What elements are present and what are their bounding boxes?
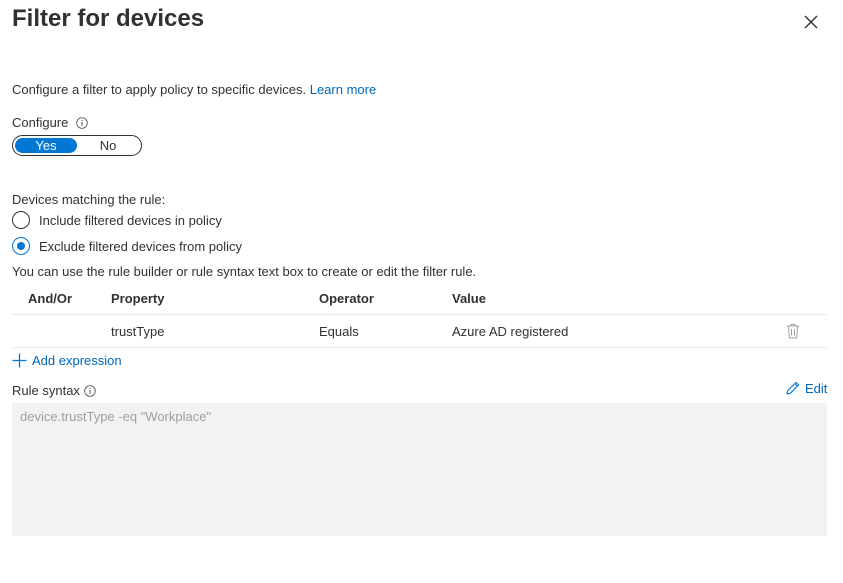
intro-description: Configure a filter to apply policy to sp… bbox=[12, 82, 307, 97]
info-icon[interactable] bbox=[84, 384, 96, 397]
add-expression-button[interactable]: Add expression bbox=[12, 353, 122, 368]
header-andor: And/Or bbox=[28, 290, 73, 306]
close-icon bbox=[804, 15, 818, 29]
configure-toggle: Yes No bbox=[12, 135, 142, 156]
edit-rule-button[interactable]: Edit bbox=[785, 380, 827, 396]
header-value: Value bbox=[452, 290, 486, 306]
plus-icon bbox=[12, 353, 27, 368]
table-row[interactable]: trustType Equals Azure AD registered bbox=[12, 315, 827, 348]
exclude-filtered-radio[interactable]: Exclude filtered devices from policy bbox=[12, 237, 242, 255]
cell-value[interactable]: Azure AD registered bbox=[452, 315, 568, 347]
info-icon[interactable] bbox=[76, 116, 89, 129]
configure-label: Configure bbox=[12, 115, 89, 130]
header-property: Property bbox=[111, 290, 165, 306]
edit-label: Edit bbox=[805, 380, 828, 396]
cell-property[interactable]: trustType bbox=[111, 315, 164, 347]
rule-syntax-textbox[interactable] bbox=[12, 403, 827, 536]
delete-row-button[interactable] bbox=[784, 315, 802, 347]
panel-title: Filter for devices bbox=[12, 5, 205, 32]
rule-syntax-label: Rule syntax bbox=[12, 383, 96, 398]
radio-dot bbox=[17, 242, 25, 250]
intro-text: Configure a filter to apply policy to sp… bbox=[12, 82, 376, 97]
configure-yes-option[interactable]: Yes bbox=[15, 138, 77, 153]
add-expression-label: Add expression bbox=[32, 353, 122, 368]
include-filtered-label: Include filtered devices in policy bbox=[39, 212, 222, 228]
rule-builder-table: And/Or Property Operator Value trustType… bbox=[12, 282, 827, 348]
exclude-filtered-label: Exclude filtered devices from policy bbox=[39, 238, 243, 254]
cell-operator[interactable]: Equals bbox=[319, 315, 359, 347]
pencil-icon bbox=[786, 381, 800, 395]
close-button[interactable] bbox=[799, 10, 823, 34]
learn-more-link[interactable]: Learn more bbox=[310, 82, 376, 97]
include-filtered-radio[interactable]: Include filtered devices in policy bbox=[12, 211, 222, 229]
devices-matching-label: Devices matching the rule: bbox=[12, 192, 166, 207]
configure-no-option[interactable]: No bbox=[77, 138, 139, 153]
radio-unchecked-icon[interactable] bbox=[12, 211, 30, 229]
header-operator: Operator bbox=[319, 290, 374, 306]
table-header: And/Or Property Operator Value bbox=[12, 282, 827, 315]
radio-checked-icon[interactable] bbox=[12, 237, 30, 255]
configure-label-text: Configure bbox=[12, 115, 69, 130]
trash-icon bbox=[787, 324, 799, 339]
rule-syntax-label-text: Rule syntax bbox=[12, 383, 80, 398]
helper-text: You can use the rule builder or rule syn… bbox=[12, 264, 477, 279]
